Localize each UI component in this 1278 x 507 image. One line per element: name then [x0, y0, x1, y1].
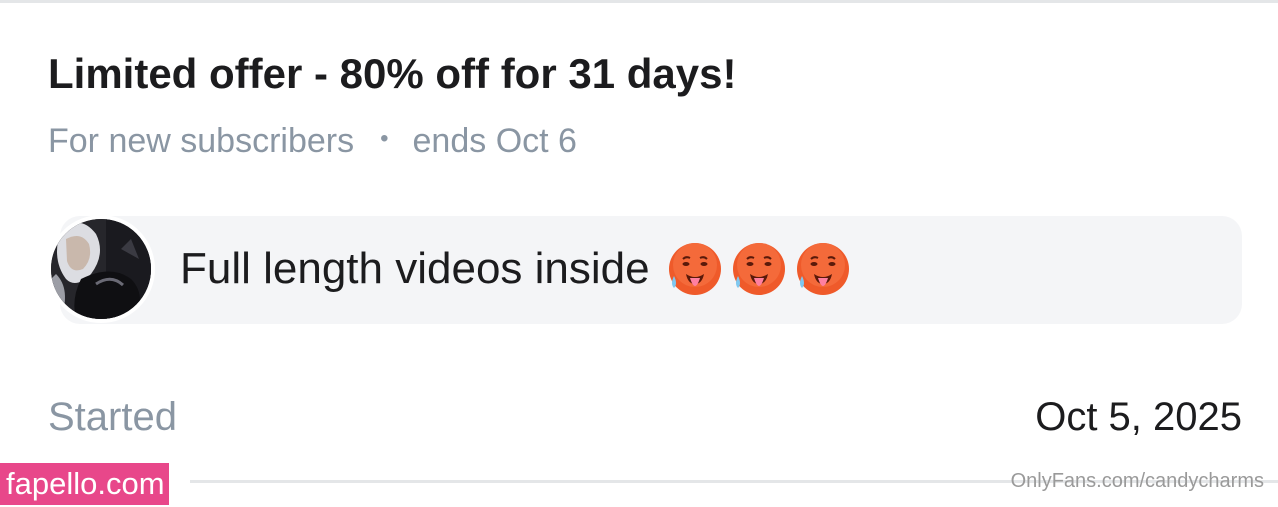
- top-divider: [0, 0, 1278, 3]
- emoji-row: [666, 240, 852, 298]
- started-label: Started: [48, 395, 177, 439]
- offer-meta: For new subscribers • ends Oct 6: [48, 122, 577, 161]
- message-text: Full length videos inside: [180, 240, 852, 298]
- offer-audience: For new subscribers: [48, 122, 355, 160]
- hot-face-icon: [732, 243, 785, 295]
- avatar[interactable]: [47, 215, 155, 323]
- meta-separator: •: [380, 124, 389, 152]
- message-label: Full length videos inside: [180, 244, 650, 293]
- promo-card: Limited offer - 80% off for 31 days! For…: [0, 0, 1278, 507]
- hot-face-icon: [796, 243, 849, 295]
- creator-avatar-image: [51, 219, 151, 319]
- watermark-fapello: fapello.com: [0, 463, 169, 505]
- started-date: Oct 5, 2025: [1035, 395, 1242, 439]
- hot-face-icon: [668, 243, 721, 295]
- watermark-onlyfans: OnlyFans.com/candycharms: [1010, 470, 1264, 492]
- offer-title: Limited offer - 80% off for 31 days!: [48, 50, 737, 97]
- offer-ends: ends Oct 6: [412, 122, 577, 160]
